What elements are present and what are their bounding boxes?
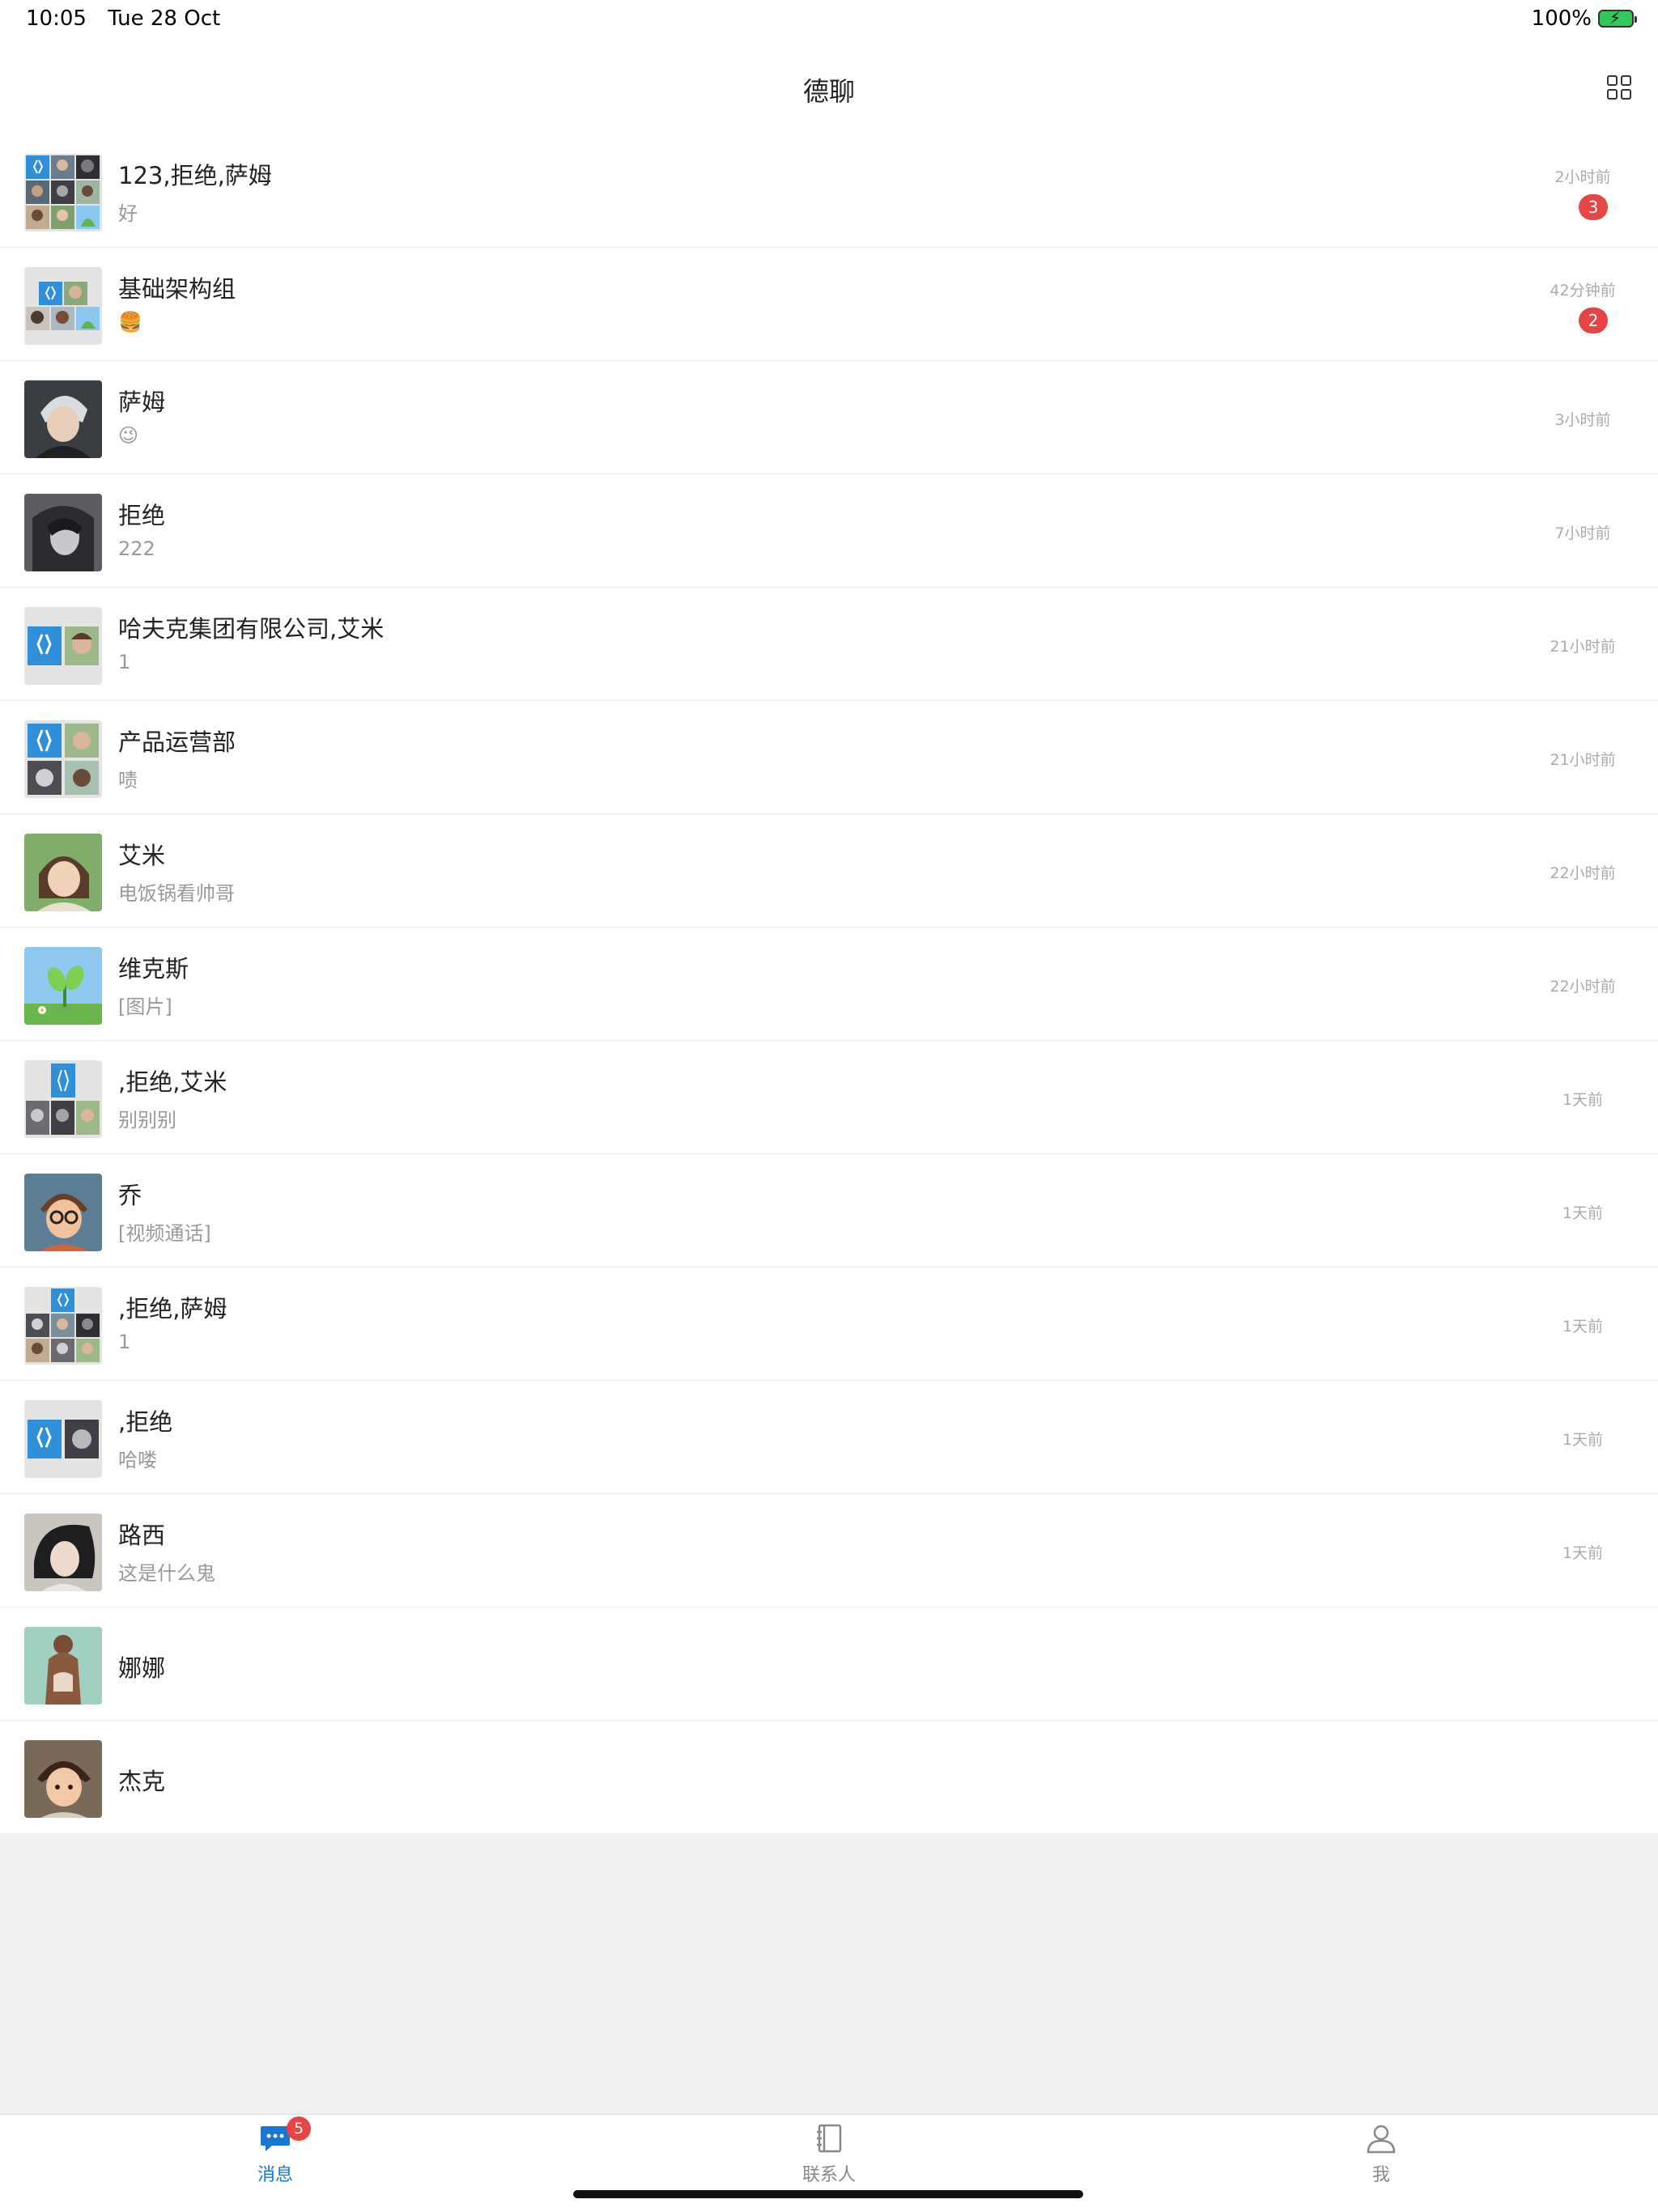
- tab-label: 我: [1371, 2165, 1390, 2185]
- conversation-preview: [视频通话]: [118, 1222, 211, 1245]
- page-title: 德聊: [802, 76, 855, 107]
- tab-me[interactable]: 我: [1300, 2123, 1462, 2186]
- conversation-name: 艾米: [118, 842, 166, 869]
- conversation-row[interactable]: 产品运营部 啧 21小时前: [0, 701, 1658, 814]
- conversation-name: ,拒绝,萨姆: [118, 1295, 227, 1323]
- status-left: 10:05 Tue 28 Oct: [26, 6, 235, 31]
- conversation-time: 1天前: [1562, 1431, 1604, 1449]
- group-avatar: [24, 154, 102, 231]
- conversation-time: 1天前: [1562, 1204, 1604, 1222]
- battery-icon: ⚡: [1598, 8, 1637, 28]
- conversation-name: 123,拒绝,萨姆: [118, 162, 272, 189]
- conversation-time: 7小时前: [1554, 524, 1611, 542]
- conversation-row[interactable]: 哈夫克集团有限公司,艾米 1 21小时前: [0, 588, 1658, 701]
- conversation-row[interactable]: 萨姆 😉 3小时前: [0, 361, 1658, 474]
- conversation-name: 萨姆: [118, 388, 166, 416]
- conversation-name: 拒绝: [118, 502, 166, 529]
- grid-icon[interactable]: [1606, 74, 1632, 100]
- conversation-preview: 🍔: [118, 311, 142, 333]
- tab-badge: 5: [287, 2116, 311, 2141]
- conversation-time: 3小时前: [1554, 411, 1611, 429]
- conversation-row[interactable]: 拒绝 222 7小时前: [0, 474, 1658, 588]
- conversation-list: 123,拒绝,萨姆 好 2小时前 3 基础架构组 🍔 42分钟前 2 萨姆 😉 …: [0, 134, 1658, 1834]
- conversation-preview: 哈喽: [118, 1449, 157, 1471]
- conversation-preview: 这是什么鬼: [118, 1562, 215, 1585]
- conversation-time: 21小时前: [1550, 751, 1616, 769]
- conversation-preview: 好: [118, 202, 138, 225]
- tab-label: 联系人: [801, 2165, 856, 2185]
- tab-label: 消息: [257, 2165, 293, 2185]
- conversation-preview: 222: [118, 537, 155, 560]
- group-avatar: [24, 267, 102, 345]
- tab-contacts[interactable]: 联系人: [748, 2123, 910, 2186]
- conversation-preview: 1: [118, 651, 131, 673]
- conversation-row[interactable]: 维克斯 [图片] 22小时前: [0, 928, 1658, 1041]
- conversation-preview: [图片]: [118, 996, 172, 1018]
- conversation-preview: 别别别: [118, 1109, 176, 1131]
- conversation-time: 21小时前: [1550, 638, 1616, 656]
- conversation-time: 2小时前: [1554, 168, 1611, 186]
- chat-bubble-icon: 5: [259, 2116, 311, 2157]
- unread-badge: 2: [1579, 308, 1608, 333]
- user-avatar: [24, 834, 102, 911]
- conversation-time: 1天前: [1562, 1091, 1604, 1109]
- user-avatar: [24, 1627, 102, 1705]
- conversation-name: 基础架构组: [118, 275, 236, 303]
- conversation-row[interactable]: 路西 这是什么鬼 1天前: [0, 1494, 1658, 1607]
- conversation-preview: 😉: [118, 424, 139, 447]
- status-date: Tue 28 Oct: [108, 6, 221, 31]
- group-avatar: [24, 1400, 102, 1478]
- conversation-time: 1天前: [1562, 1318, 1604, 1335]
- conversation-name: ,拒绝,艾米: [118, 1068, 227, 1096]
- user-avatar: [24, 1174, 102, 1251]
- conversation-time: 42分钟前: [1550, 282, 1616, 299]
- conversation-time: 22小时前: [1550, 978, 1616, 996]
- status-bar: 10:05 Tue 28 Oct 100% ⚡: [0, 0, 1658, 39]
- status-time: 10:05: [26, 6, 87, 31]
- group-avatar: [24, 1060, 102, 1138]
- conversation-name: 杰克: [118, 1768, 166, 1795]
- conversation-row[interactable]: 杰克: [0, 1721, 1658, 1834]
- group-avatar: [24, 720, 102, 798]
- user-avatar: [24, 1740, 102, 1818]
- conversation-name: 产品运营部: [118, 728, 236, 756]
- conversation-row[interactable]: ,拒绝,艾米 别别别 1天前: [0, 1041, 1658, 1154]
- conversation-row[interactable]: 乔 [视频通话] 1天前: [0, 1154, 1658, 1267]
- conversation-preview: 1: [118, 1331, 131, 1353]
- nav-bar: 德聊: [0, 39, 1658, 134]
- conversation-row[interactable]: ,拒绝 哈喽 1天前: [0, 1381, 1658, 1494]
- group-avatar: [24, 1287, 102, 1365]
- conversation-name: 路西: [118, 1522, 166, 1549]
- conversation-time: 22小时前: [1550, 864, 1616, 882]
- conversation-preview: 电饭锅看帅哥: [118, 882, 235, 905]
- home-indicator[interactable]: [573, 2190, 1083, 2198]
- user-avatar: [24, 380, 102, 458]
- status-right: 100% ⚡: [1531, 6, 1637, 31]
- user-avatar: [24, 947, 102, 1025]
- conversation-time: 1天前: [1562, 1544, 1604, 1562]
- conversation-name: ,拒绝: [118, 1408, 173, 1436]
- address-book-icon: [813, 2123, 845, 2157]
- conversation-preview: 啧: [118, 769, 138, 792]
- conversation-row[interactable]: 娜娜: [0, 1607, 1658, 1721]
- conversation-name: 哈夫克集团有限公司,艾米: [118, 615, 385, 643]
- unread-badge: 3: [1579, 194, 1608, 220]
- tab-messages[interactable]: 5 消息: [194, 2116, 356, 2186]
- conversation-row[interactable]: 基础架构组 🍔 42分钟前 2: [0, 248, 1658, 361]
- person-icon: [1365, 2123, 1397, 2157]
- conversation-name: 维克斯: [118, 955, 189, 983]
- conversation-name: 乔: [118, 1182, 142, 1209]
- conversation-row[interactable]: 123,拒绝,萨姆 好 2小时前 3: [0, 134, 1658, 248]
- conversation-row[interactable]: ,拒绝,萨姆 1 1天前: [0, 1267, 1658, 1381]
- user-avatar: [24, 1514, 102, 1591]
- conversation-row[interactable]: 艾米 电饭锅看帅哥 22小时前: [0, 814, 1658, 928]
- group-avatar: [24, 607, 102, 685]
- conversation-name: 娜娜: [118, 1654, 166, 1682]
- user-avatar: [24, 494, 102, 571]
- battery-percent: 100%: [1531, 6, 1592, 31]
